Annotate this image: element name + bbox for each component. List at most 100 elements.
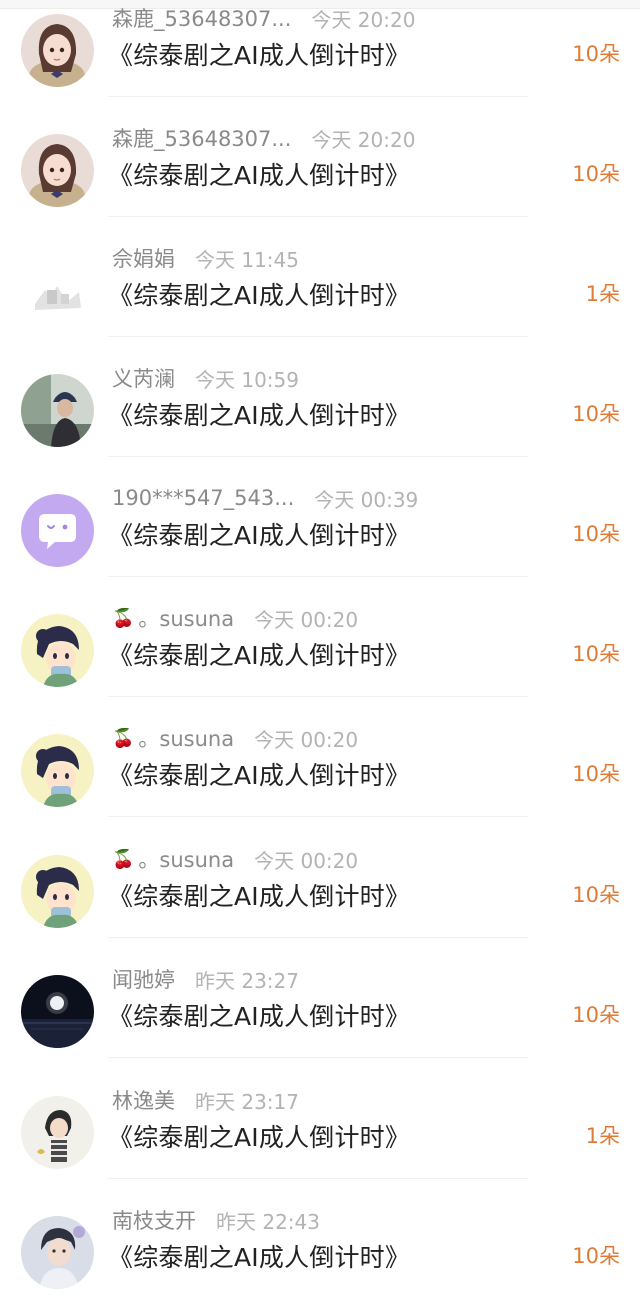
divider — [108, 216, 528, 217]
cherry-icon: 🍒 — [112, 727, 135, 749]
list-item[interactable]: 🍒 。susuna 今天 00:20 《综泰剧之AI成人倒计时》 10朵 — [0, 833, 640, 953]
list-item[interactable]: 🍒 。susuna 今天 00:20 《综泰剧之AI成人倒计时》 10朵 — [0, 592, 640, 712]
avatar[interactable] — [21, 134, 94, 207]
sketch-girl-avatar-icon — [21, 1096, 94, 1169]
divider — [108, 336, 528, 337]
meta-line: 森鹿_53648307... 今天 20:20 — [112, 123, 415, 153]
white-sketch-avatar-icon — [21, 254, 94, 327]
cartoon-boy-avatar-icon — [21, 855, 94, 928]
list-item[interactable]: 森鹿_53648307... 今天 20:20 《综泰剧之AI成人倒计时》 10… — [0, 0, 640, 112]
girl-anime-avatar-icon — [21, 134, 94, 207]
user-name[interactable]: 南枝支开 — [112, 1205, 196, 1235]
timestamp: 今天 20:20 — [311, 7, 416, 32]
divider — [108, 96, 528, 97]
timestamp: 昨天 23:17 — [195, 1089, 299, 1114]
gift-count: 10朵 — [572, 1003, 620, 1027]
user-name[interactable]: 义芮澜 — [112, 363, 175, 393]
meta-line: 森鹿_53648307... 今天 20:20 — [112, 3, 415, 33]
cherry-icon: 🍒 — [112, 848, 135, 870]
user-name[interactable]: 森鹿_53648307... — [112, 123, 291, 153]
divider — [108, 816, 528, 817]
work-title[interactable]: 《综泰剧之AI成人倒计时》 — [108, 516, 410, 552]
user-name[interactable]: 佘娟娟 — [112, 243, 175, 273]
work-title[interactable]: 《综泰剧之AI成人倒计时》 — [108, 1238, 410, 1274]
list-item[interactable]: 闻驰婷 昨天 23:27 《综泰剧之AI成人倒计时》 10朵 — [0, 953, 640, 1073]
list-item[interactable]: 佘娟娟 今天 11:45 《综泰剧之AI成人倒计时》 1朵 — [0, 232, 640, 352]
divider — [108, 937, 528, 938]
timestamp: 昨天 22:43 — [216, 1209, 320, 1234]
work-title[interactable]: 《综泰剧之AI成人倒计时》 — [108, 36, 410, 72]
gift-count: 10朵 — [572, 162, 620, 186]
meta-line: 南枝支开 昨天 22:43 — [112, 1205, 320, 1235]
timestamp: 今天 00:20 — [254, 848, 359, 873]
divider — [108, 576, 528, 577]
work-title[interactable]: 《综泰剧之AI成人倒计时》 — [108, 1118, 410, 1154]
meta-line: 190***547_543... 今天 00:39 — [112, 483, 418, 513]
work-title[interactable]: 《综泰剧之AI成人倒计时》 — [108, 997, 410, 1033]
girl-anime-avatar-icon — [21, 14, 94, 87]
meta-line: 闻驰婷 昨天 23:27 — [112, 964, 299, 994]
divider — [108, 696, 528, 697]
work-title[interactable]: 《综泰剧之AI成人倒计时》 — [108, 756, 410, 792]
avatar[interactable] — [21, 734, 94, 807]
user-name[interactable]: 闻驰婷 — [112, 964, 175, 994]
gift-count: 10朵 — [572, 1244, 620, 1268]
user-name[interactable]: 190***547_543... — [112, 486, 294, 510]
avatar[interactable] — [21, 1216, 94, 1289]
meta-line: 🍒 。susuna 今天 00:20 — [112, 844, 358, 874]
work-title[interactable]: 《综泰剧之AI成人倒计时》 — [108, 877, 410, 913]
timestamp: 今天 00:39 — [314, 487, 419, 512]
avatar[interactable] — [21, 855, 94, 928]
meta-line: 🍒 。susuna 今天 00:20 — [112, 723, 358, 753]
meta-line: 林逸美 昨天 23:17 — [112, 1085, 299, 1115]
user-name[interactable]: 森鹿_53648307... — [112, 3, 291, 33]
work-title[interactable]: 《综泰剧之AI成人倒计时》 — [108, 276, 410, 312]
avatar[interactable] — [21, 975, 94, 1048]
timestamp: 今天 00:20 — [254, 727, 359, 752]
gift-count: 1朵 — [585, 282, 620, 306]
timestamp: 今天 00:20 — [254, 607, 359, 632]
list-item[interactable]: 🍒 。susuna 今天 00:20 《综泰剧之AI成人倒计时》 10朵 — [0, 712, 640, 832]
avatar[interactable] — [21, 254, 94, 327]
cartoon-boy-avatar-icon — [21, 734, 94, 807]
gift-record-list: 森鹿_53648307... 今天 20:20 《综泰剧之AI成人倒计时》 10… — [0, 0, 640, 1316]
list-item[interactable]: 义芮澜 今天 10:59 《综泰剧之AI成人倒计时》 10朵 — [0, 352, 640, 472]
work-title[interactable]: 《综泰剧之AI成人倒计时》 — [108, 156, 410, 192]
divider — [108, 1057, 528, 1058]
work-title[interactable]: 《综泰剧之AI成人倒计时》 — [108, 396, 410, 432]
work-title[interactable]: 《综泰剧之AI成人倒计时》 — [108, 636, 410, 672]
gift-count: 10朵 — [572, 883, 620, 907]
photo-girl-cap-avatar-icon — [21, 374, 94, 447]
gift-record-page: 森鹿_53648307... 今天 20:20 《综泰剧之AI成人倒计时》 10… — [0, 0, 640, 1316]
gift-count: 10朵 — [572, 402, 620, 426]
avatar[interactable] — [21, 614, 94, 687]
divider — [108, 456, 528, 457]
avatar[interactable] — [21, 494, 94, 567]
meta-line: 义芮澜 今天 10:59 — [112, 363, 299, 393]
divider — [108, 1178, 528, 1179]
default-chat-avatar-icon — [21, 494, 94, 567]
user-name[interactable]: 。susuna — [138, 603, 234, 633]
list-item[interactable]: 南枝支开 昨天 22:43 《综泰剧之AI成人倒计时》 10朵 — [0, 1194, 640, 1314]
user-name[interactable]: 。susuna — [138, 723, 234, 753]
list-item[interactable]: 森鹿_53648307... 今天 20:20 《综泰剧之AI成人倒计时》 10… — [0, 112, 640, 232]
timestamp: 今天 20:20 — [311, 127, 416, 152]
user-name[interactable]: 林逸美 — [112, 1085, 175, 1115]
meta-line: 佘娟娟 今天 11:45 — [112, 243, 299, 273]
cherry-icon: 🍒 — [112, 607, 135, 629]
timestamp: 昨天 23:27 — [195, 968, 299, 993]
gift-count: 10朵 — [572, 42, 620, 66]
user-name[interactable]: 。susuna — [138, 844, 234, 874]
gift-count: 10朵 — [572, 762, 620, 786]
list-item[interactable]: 190***547_543... 今天 00:39 《综泰剧之AI成人倒计时》 … — [0, 472, 640, 592]
night-moon-avatar-icon — [21, 975, 94, 1048]
gift-count: 10朵 — [572, 642, 620, 666]
gift-count: 10朵 — [572, 522, 620, 546]
avatar[interactable] — [21, 14, 94, 87]
avatar[interactable] — [21, 374, 94, 447]
photo-boy-avatar-icon — [21, 1216, 94, 1289]
timestamp: 今天 11:45 — [195, 247, 299, 272]
avatar[interactable] — [21, 1096, 94, 1169]
list-item[interactable]: 林逸美 昨天 23:17 《综泰剧之AI成人倒计时》 1朵 — [0, 1074, 640, 1194]
meta-line: 🍒 。susuna 今天 00:20 — [112, 603, 358, 633]
